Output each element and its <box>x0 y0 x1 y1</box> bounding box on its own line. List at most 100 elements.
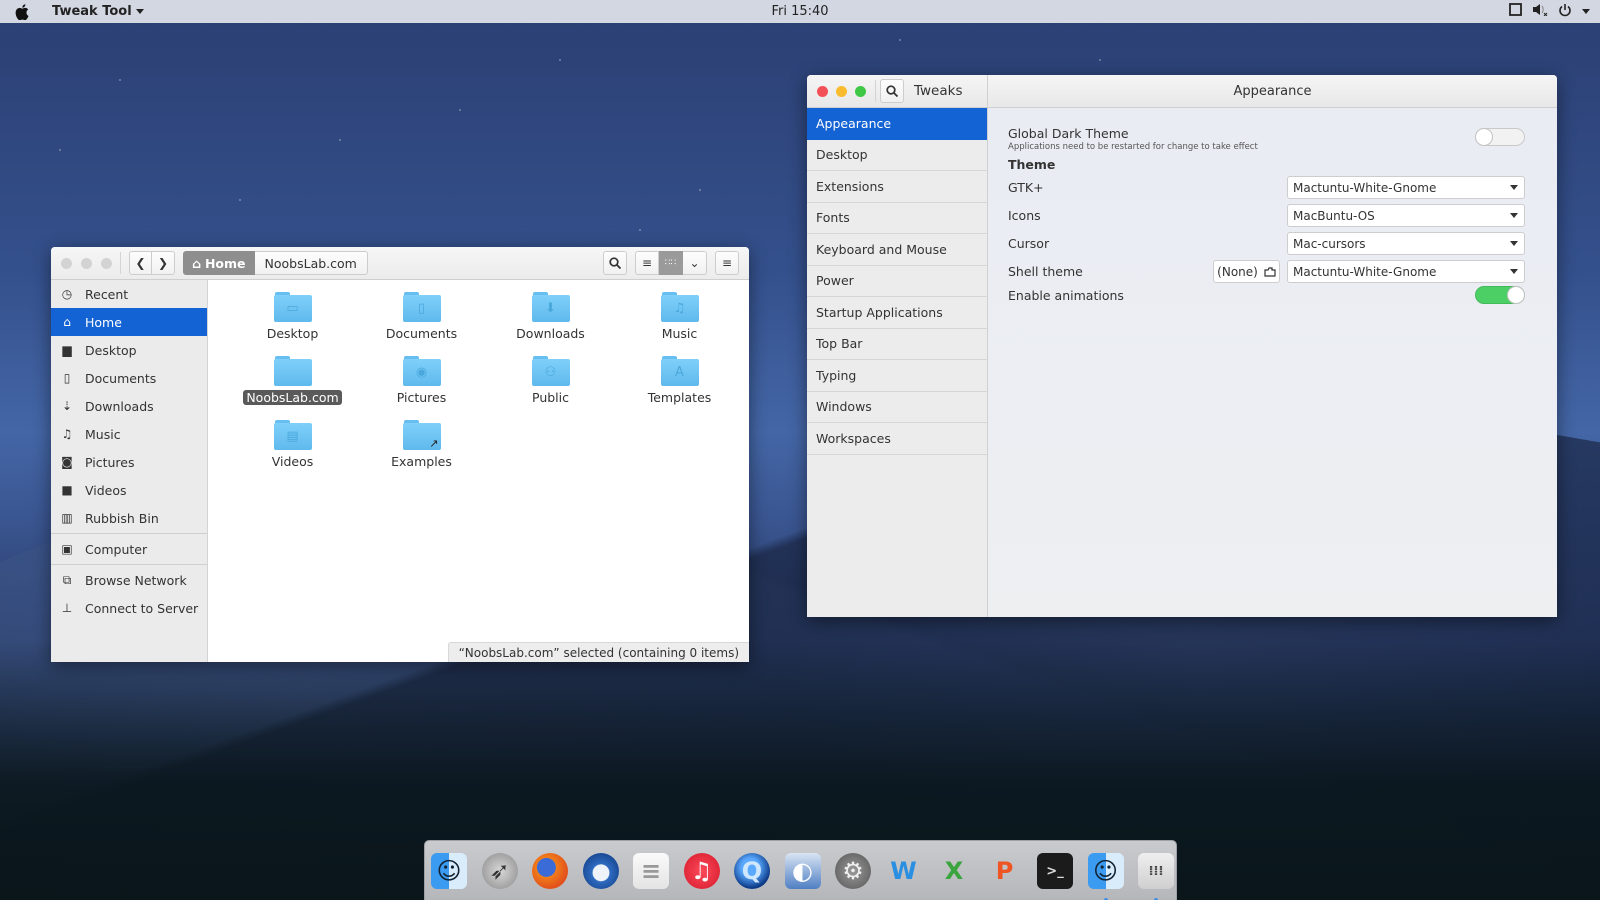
dock: ☺ ➶ ≡ ♫ Q ◐ ⚙ W X P >_ ☺ ⁞⁞⁞ <box>424 840 1177 900</box>
sidebar-item-music[interactable]: ♫ Music <box>51 420 207 448</box>
dock-item-launchpad[interactable]: ➶ <box>481 853 518 889</box>
clock[interactable]: Fri 15:40 <box>740 4 860 19</box>
breadcrumb-current[interactable]: NoobsLab.com <box>254 251 368 275</box>
global-dark-theme-switch[interactable] <box>1475 128 1525 146</box>
sidebar-item-windows[interactable]: Windows <box>807 392 987 423</box>
window-controls <box>817 85 866 97</box>
sidebar-item-startup-applications[interactable]: Startup Applications <box>807 297 987 329</box>
dock-item-powerpoint[interactable]: P <box>987 853 1023 889</box>
folder-name: Examples <box>391 454 452 469</box>
close-button[interactable] <box>817 85 828 97</box>
sidebar-item-downloads[interactable]: ⇣ Downloads <box>51 392 207 420</box>
folder-name: Public <box>532 390 569 405</box>
dock-item-itunes[interactable]: ♫ <box>683 853 720 889</box>
sidebar-item-connect-to-server[interactable]: ⊥ Connect to Server <box>51 594 207 622</box>
close-button[interactable] <box>61 257 72 269</box>
sidebar-item-computer[interactable]: ▣ Computer <box>51 535 207 563</box>
volume-muted-icon[interactable] <box>1532 3 1548 20</box>
breadcrumb-home[interactable]: ⌂ Home <box>183 251 255 275</box>
sidebar-item-extensions[interactable]: Extensions <box>807 171 987 203</box>
window-icon[interactable] <box>1509 3 1522 20</box>
dock-item-text-editor[interactable]: ≡ <box>633 853 669 889</box>
chevron-down-icon[interactable] <box>1582 9 1590 14</box>
sidebar-item-home[interactable]: ⌂ Home <box>51 308 207 336</box>
sidebar-item-desktop[interactable]: ▆ Desktop <box>51 336 207 364</box>
folder-item[interactable]: ▭ Desktop <box>228 290 357 354</box>
folder-emblem: ♫ <box>660 295 699 322</box>
sidebar-item-appearance[interactable]: Appearance <box>807 108 987 140</box>
dock-item-terminal[interactable]: >_ <box>1037 853 1073 889</box>
excel-icon: X <box>944 857 964 885</box>
dock-item-system-preferences[interactable]: ⚙ <box>835 853 871 889</box>
dock-item-firefox[interactable] <box>532 853 568 889</box>
folder-emblem: ▭ <box>273 295 312 322</box>
menu-button[interactable]: ≡ <box>715 251 739 275</box>
home-icon: ⌂ <box>63 315 71 329</box>
shell-theme-select[interactable]: Mactuntu-White-Gnome <box>1287 260 1525 283</box>
hamburger-icon: ≡ <box>721 256 733 270</box>
folder-item[interactable]: ♫ Music <box>615 290 744 354</box>
files-grid: ▭ Desktop ▯ Documents ⬇ Downloads ♫ Music NoobsL… <box>208 280 749 662</box>
apple-icon[interactable] <box>12 3 32 21</box>
shell-theme-file-button[interactable]: (None) <box>1213 260 1280 283</box>
gtk-theme-select[interactable]: Mactuntu-White-Gnome <box>1287 176 1525 199</box>
minimize-button[interactable] <box>81 257 92 269</box>
dock-item-finder[interactable]: ☺ <box>431 853 467 889</box>
cursor-theme-select[interactable]: Mac-cursors <box>1287 232 1525 255</box>
folder-emblem: ◉ <box>402 359 441 386</box>
sidebar-item-desktop[interactable]: Desktop <box>807 140 987 171</box>
sidebar-item-power[interactable]: Power <box>807 266 987 297</box>
sidebar-item-typing[interactable]: Typing <box>807 360 987 392</box>
sidebar-item-fonts[interactable]: Fonts <box>807 203 987 234</box>
folder-item[interactable]: ↗ Examples <box>357 418 486 482</box>
view-options-button[interactable]: ⌄ <box>683 251 707 275</box>
dock-item-switcher[interactable]: ⁞⁞⁞ <box>1138 853 1174 900</box>
finder-icon: ☺ <box>431 853 467 889</box>
cursor-label: Cursor <box>1008 236 1050 251</box>
dock-item-excel[interactable]: X <box>936 853 972 889</box>
shell-theme-row: Shell theme (None) Mactuntu-White-Gnome <box>1008 260 1525 283</box>
grid-view-button[interactable]: ∷∷ <box>659 251 683 275</box>
search-button[interactable] <box>880 79 904 103</box>
grid-icon: ∷∷ <box>664 258 677 268</box>
folder-item[interactable]: ▤ Videos <box>228 418 357 482</box>
search-button[interactable] <box>603 251 627 275</box>
folder-item[interactable]: ⬇ Downloads <box>486 290 615 354</box>
list-view-button[interactable]: ≡ <box>635 251 659 275</box>
trash-icon: ▥ <box>61 511 73 525</box>
sidebar-item-browse-network[interactable]: ⧉ Browse Network <box>51 566 207 594</box>
dock-item-quicktime[interactable]: Q <box>734 853 770 889</box>
sidebar-item-recent[interactable]: ◷ Recent <box>51 280 207 308</box>
sidebar-item-videos[interactable]: ■ Videos <box>51 476 207 504</box>
maximize-button[interactable] <box>855 85 866 97</box>
search-icon <box>609 257 621 269</box>
back-button[interactable]: ❮ <box>129 251 152 275</box>
folder-item[interactable]: NoobsLab.com <box>228 354 357 418</box>
system-preferences-icon: ⚙ <box>835 853 871 889</box>
global-dark-theme-row: Global Dark Theme Applications need to b… <box>1008 126 1525 152</box>
dock-item-word[interactable]: W <box>886 853 922 889</box>
folder-name: Desktop <box>266 326 319 341</box>
sidebar-item-top-bar[interactable]: Top Bar <box>807 329 987 360</box>
dock-item-preview[interactable]: ◐ <box>784 853 821 889</box>
sidebar-item-workspaces[interactable]: Workspaces <box>807 423 987 455</box>
app-menu[interactable]: Tweak Tool <box>52 4 144 19</box>
dock-item-thunderbird[interactable] <box>582 853 619 889</box>
folder-item[interactable]: ▯ Documents <box>357 290 486 354</box>
sidebar-item-rubbish-bin[interactable]: ▥ Rubbish Bin <box>51 504 207 532</box>
minimize-button[interactable] <box>836 85 847 97</box>
quicktime-icon: Q <box>734 853 770 889</box>
sidebar-item-keyboard-and-mouse[interactable]: Keyboard and Mouse <box>807 234 987 266</box>
animations-switch[interactable] <box>1475 286 1525 304</box>
sidebar-item-documents[interactable]: ▯ Documents <box>51 364 207 392</box>
folder-item[interactable]: ⚇ Public <box>486 354 615 418</box>
cursor-row: Cursor Mac-cursors <box>1008 232 1525 255</box>
sidebar-item-pictures[interactable]: ◙ Pictures <box>51 448 207 476</box>
forward-button[interactable]: ❯ <box>152 251 175 275</box>
dock-item-files[interactable]: ☺ <box>1087 853 1124 900</box>
power-icon[interactable] <box>1558 3 1572 21</box>
maximize-button[interactable] <box>101 257 112 269</box>
folder-item[interactable]: ◉ Pictures <box>357 354 486 418</box>
folder-item[interactable]: A Templates <box>615 354 744 418</box>
icons-theme-select[interactable]: MacBuntu-OS <box>1287 204 1525 227</box>
